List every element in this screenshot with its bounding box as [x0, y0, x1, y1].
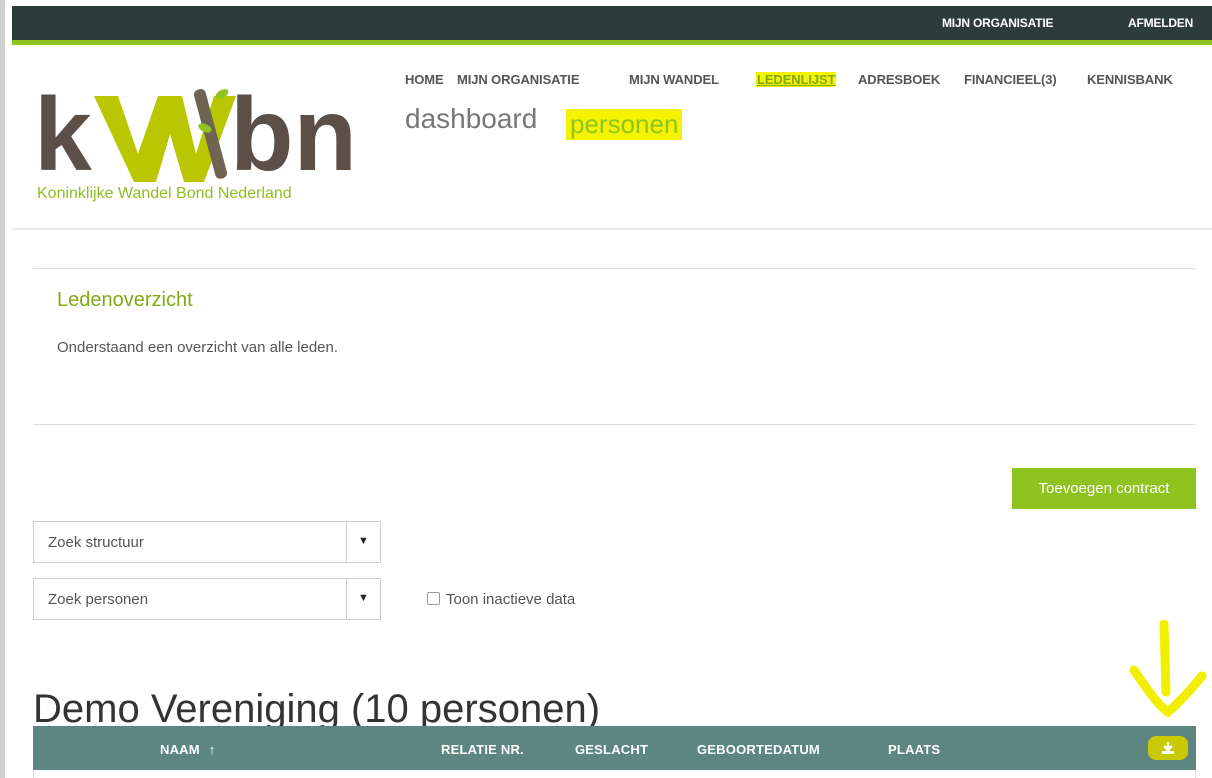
caret-down-icon[interactable]: ▼ — [358, 592, 369, 604]
show-inactive-toggle[interactable]: Toon inactieve data — [427, 591, 575, 608]
download-button[interactable] — [1148, 736, 1188, 760]
header-divider — [12, 228, 1212, 230]
show-inactive-label: Toon inactieve data — [446, 591, 576, 608]
topbar-link-mijn-organisatie[interactable]: MIJN ORGANISATIE — [942, 16, 1053, 30]
table-body — [33, 770, 1196, 778]
nav-item-home[interactable]: HOME — [405, 72, 444, 87]
select-divider — [346, 579, 347, 619]
search-structure-placeholder: Zoek structuur — [48, 534, 144, 551]
svg-text:k: k — [34, 77, 92, 193]
subnav-item-dashboard[interactable]: dashboard — [405, 103, 537, 135]
nav-item-kennisbank[interactable]: KENNISBANK — [1087, 72, 1173, 87]
caret-down-icon[interactable]: ▼ — [358, 535, 369, 547]
download-icon — [1162, 742, 1174, 754]
select-divider — [346, 522, 347, 562]
add-contract-button[interactable]: Toevoegen contract — [1012, 468, 1196, 509]
annotation-arrow-icon — [1129, 620, 1207, 718]
nav-item-mijn-wandel[interactable]: MIJN WANDEL — [629, 72, 719, 87]
section-title: Ledenoverzicht — [57, 289, 193, 311]
subnav-item-personen[interactable]: personen — [566, 109, 683, 140]
left-border — [0, 0, 5, 778]
members-table-header: NAAM ↑ RELATIE NR. GESLACHT GEBOORTEDATUM… — [33, 726, 1196, 770]
column-header-geboortedatum[interactable]: GEBOORTEDATUM — [697, 742, 820, 757]
column-header-relatie-nr[interactable]: RELATIE NR. — [441, 742, 524, 757]
search-structure-select[interactable]: Zoek structuur ▼ — [33, 521, 381, 563]
column-label-naam: NAAM — [160, 742, 200, 757]
svg-text:bn: bn — [230, 77, 357, 193]
logo-tagline: Koninklijke Wandel Bond Nederland — [37, 185, 292, 202]
column-header-plaats[interactable]: PLAATS — [888, 742, 940, 757]
show-inactive-checkbox[interactable] — [427, 592, 440, 605]
nav-item-adresboek[interactable]: ADRESBOEK — [858, 72, 940, 87]
column-header-geslacht[interactable]: GESLACHT — [575, 742, 648, 757]
section-divider-bottom — [33, 424, 1196, 425]
top-bar: MIJN ORGANISATIE AFMELDEN — [12, 6, 1212, 45]
nav-item-ledenlijst[interactable]: LEDENLIJST — [756, 72, 837, 87]
search-persons-select[interactable]: Zoek personen ▼ — [33, 578, 381, 620]
search-persons-placeholder: Zoek personen — [48, 591, 149, 608]
column-header-naam[interactable]: NAAM ↑ — [160, 742, 216, 757]
section-description: Onderstaand een overzicht van alle leden… — [57, 339, 339, 356]
topbar-link-afmelden[interactable]: AFMELDEN — [1128, 16, 1193, 30]
section-divider-top — [33, 268, 1196, 269]
sort-ascending-icon[interactable]: ↑ — [209, 742, 216, 757]
nav-item-financieel[interactable]: FINANCIEEL(3) — [964, 72, 1057, 87]
nav-item-mijn-organisatie[interactable]: MIJN ORGANISATIE — [457, 72, 579, 87]
